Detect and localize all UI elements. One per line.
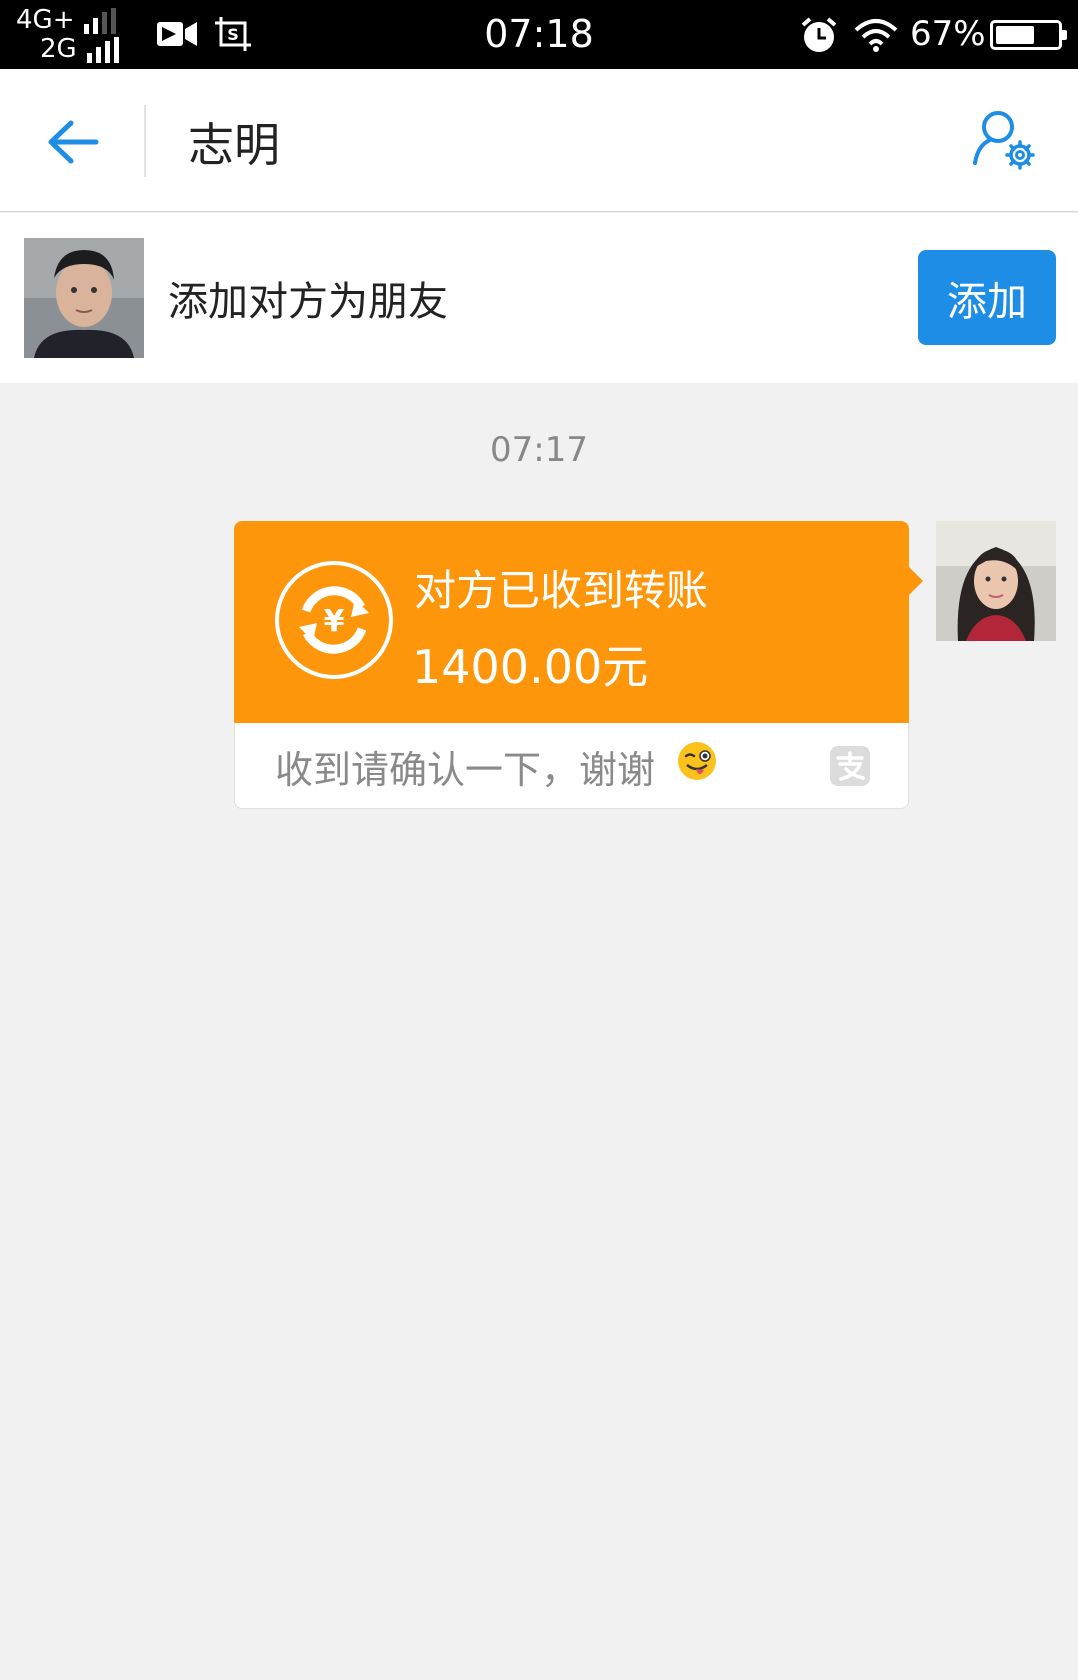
alarm-icon: [801, 17, 837, 52]
friend-avatar[interactable]: [24, 238, 144, 358]
transfer-card[interactable]: ¥ 对方已收到转账 1400.00元 收到请确认一下，谢谢: [234, 521, 923, 809]
header-divider: [144, 105, 146, 177]
transfer-note: 收到请确认一下，谢谢: [275, 748, 656, 792]
add-friend-prompt: 添加对方为朋友: [168, 279, 448, 325]
battery-icon: [990, 20, 1067, 50]
battery-level-fill: [996, 26, 1035, 44]
svg-text:¥: ¥: [324, 604, 345, 639]
transfer-amount: 1400.00元: [412, 640, 649, 694]
page-title: 志明: [188, 118, 280, 172]
alipay-icon: [830, 746, 870, 786]
my-photo: [936, 521, 1056, 641]
bubble-tail: [909, 567, 923, 595]
transfer-card-footer: 收到请确认一下，谢谢: [234, 723, 909, 809]
battery-percent: 67%: [910, 14, 986, 54]
add-friend-bar: 添加对方为朋友 添加: [0, 213, 1078, 383]
transfer-card-header: ¥ 对方已收到转账 1400.00元: [234, 521, 909, 723]
chat-header: 志明: [0, 69, 1078, 212]
message-timestamp: 07:17: [490, 430, 588, 470]
yuan-transfer-icon: ¥: [275, 561, 393, 679]
contact-settings-icon[interactable]: [970, 107, 1042, 173]
my-avatar[interactable]: [936, 521, 1056, 641]
transfer-status: 对方已收到转账: [414, 566, 709, 615]
arrow-left-icon: [48, 120, 99, 164]
status-bar: 4G+ 2G S 07:18 67%: [0, 0, 1078, 69]
friend-photo: [24, 238, 144, 358]
wifi-icon: [854, 19, 898, 52]
back-button[interactable]: [40, 109, 106, 175]
add-friend-button[interactable]: 添加: [918, 250, 1056, 345]
winking-tongue-emoji: [678, 742, 716, 780]
